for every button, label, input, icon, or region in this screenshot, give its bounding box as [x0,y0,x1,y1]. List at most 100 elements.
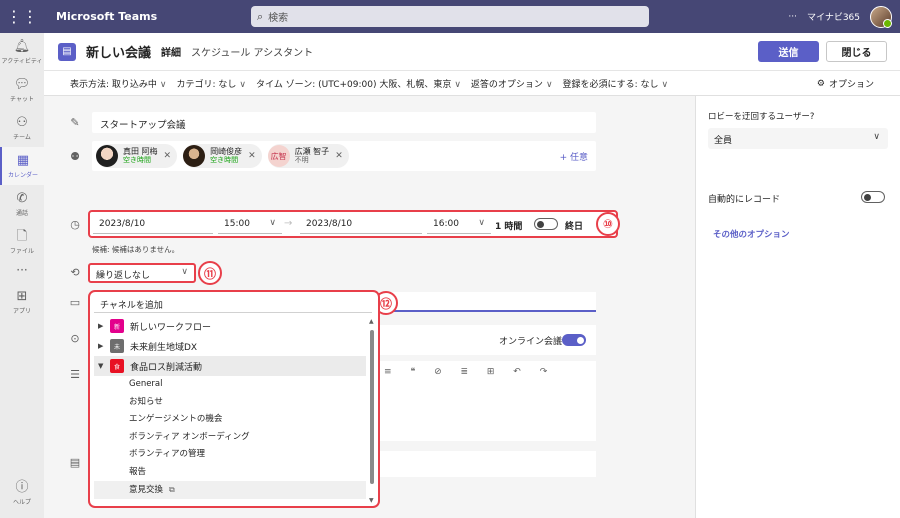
user-avatar[interactable] [870,5,892,28]
rail-more-icon[interactable]: ··· [0,261,44,283]
add-people-icon: ⚉ [70,150,80,163]
channel-item[interactable]: 報告 [94,464,366,482]
online-meeting-toggle[interactable] [562,334,586,346]
notes-field[interactable] [374,451,596,477]
channel-item[interactable]: お知らせ [94,394,366,412]
details-icon: ☰ [70,368,80,381]
rail-item-help[interactable]: ⓘ ヘルプ [0,474,44,512]
repeat-dropdown[interactable]: 繰り返しなし ∨ [88,263,196,283]
org-name[interactable]: マイナビ365 [807,10,860,23]
more-options-icon[interactable]: ··· [788,12,797,22]
rail-label: 通話 [15,209,28,217]
show-as-dropdown[interactable]: 表示方法: 取り込み中 ∨ [70,77,167,90]
remove-icon[interactable]: ✕ [248,151,256,161]
attendee-avatar [183,145,206,167]
channel-item[interactable]: ボランティアの管理 [94,446,366,464]
search-placeholder: 検索 [268,13,289,24]
team-icon: 食 [110,359,124,373]
search-box[interactable]: ⌕ 検索 [251,6,649,27]
add-optional-link[interactable]: + 任意 [560,150,588,163]
pencil-icon: ✎ [70,116,80,129]
app-rail: 🔔︎ アクティビティ 💬︎ チャット ⚇ チーム ▦ カレンダー ✆ 通話 🗋︎… [0,33,44,518]
team-item-workflow[interactable]: ▶ 新 新しいワークフロー [94,316,366,336]
timezone-dropdown[interactable]: タイム ゾーン: (UTC+09:00) 大阪、札幌、東京 ∨ [256,77,461,90]
close-button[interactable]: 閉じる [826,41,887,62]
rail-label: ヘルプ [12,498,31,506]
apps-icon: ⊞ [16,288,28,304]
scroll-down-icon[interactable]: ▼ [369,497,374,504]
scroll-thumb[interactable] [370,330,374,484]
meeting-header: ▤ 新しい会議 詳細 スケジュール アシスタント 送信 閉じる [44,33,900,70]
option-label: オプション [828,80,874,90]
start-date-picker[interactable]: 2023/8/10 [93,215,213,234]
clock-icon: ◷ [70,218,80,231]
options-bar: 表示方法: 取り込み中 ∨ カテゴリ: なし ∨ タイム ゾーン: (UTC+09:… [44,70,900,96]
tab-details[interactable]: 詳細 [161,44,181,59]
expand-icon[interactable]: ▶ [98,322,106,330]
rail-item-calls[interactable]: ✆ 通話 [0,185,44,223]
team-item-dx[interactable]: ▶ 未 未来創生地域DX [94,336,366,356]
gear-icon: ⚙ [816,78,825,89]
category-dropdown[interactable]: カテゴリ: なし ∨ [177,77,247,90]
channel-icon: ▭ [69,296,81,309]
chevron-down-icon: ∨ [454,79,461,90]
rail-item-teams[interactable]: ⚇ チーム [0,109,44,147]
annotation-badge-11: ⑪ [198,261,222,285]
arrow-right-icon: → [284,218,293,229]
auto-record-toggle[interactable] [861,191,885,203]
title-field[interactable]: スタートアップ会議 [92,112,596,133]
channel-name: 意見交換 [129,485,164,495]
channel-item[interactable]: エンゲージメントの機会 [94,411,366,429]
meeting-options-button[interactable]: ⚙ オプション [816,77,874,91]
channel-item-private[interactable]: 意見交換 ⧉ [94,481,366,499]
channel-item[interactable]: General [94,376,366,394]
end-time-picker[interactable]: 16:00 ∨ [427,215,491,234]
lobby-bypass-label: ロビーを迂回するユーザー? [708,112,815,122]
all-day-toggle[interactable] [534,218,558,230]
details-editor[interactable]: ≡ ❝ ⊘ ≣ ⊞ ↶ ↷ [374,361,596,441]
attendee-chip[interactable]: 岡崎俊彦 空き時間 ✕ [183,144,262,168]
rail-item-files[interactable]: 🗋︎ ファイル [0,223,44,261]
remove-icon[interactable]: ✕ [335,151,343,161]
expand-icon[interactable]: ▶ [98,342,106,350]
lobby-bypass-dropdown[interactable]: 全員 ∨ [708,128,888,149]
remove-icon[interactable]: ✕ [164,151,172,161]
rail-label: ファイル [9,247,34,255]
tab-scheduling-assistant[interactable]: スケジュール アシスタント [191,44,313,59]
meeting-options-panel: ロビーを迂回するユーザー? 全員 ∨ 自動的にレコード その他のオプション [695,96,900,518]
toggle-knob [537,221,544,228]
rail-item-calendar[interactable]: ▦ カレンダー [0,147,44,185]
registration-dropdown[interactable]: 登録を必須にする: なし ∨ [563,77,669,90]
rail-item-activity[interactable]: 🔔︎ アクティビティ [0,33,44,71]
option-label: 登録を必須にする: なし [562,79,659,90]
shared-channel-icon: ⧉ [169,485,175,494]
rail-item-chat[interactable]: 💬︎ チャット [0,71,44,109]
chevron-down-icon: ∨ [661,79,669,90]
attendees-field[interactable]: 真田 阿梅 空き時間 ✕ 岡崎俊彦 空き時間 ✕ 広智 広瀬 智子 不明 ✕ + 任意 [92,141,596,171]
attendee-status: 空き時間 [210,156,239,164]
channel-item[interactable]: ボランティア オンボーディング [94,429,366,447]
team-icon: 未 [110,339,124,353]
option-label: カテゴリ: なし [176,79,237,90]
collapse-icon[interactable]: ▼ [98,362,106,370]
channel-input[interactable]: チャネルを追加 [94,295,372,313]
end-date-picker[interactable]: 2023/8/10 [300,215,422,234]
rail-label: アプリ [12,307,31,315]
response-options-dropdown[interactable]: 返答のオプション ∨ [471,77,553,90]
scroll-up-icon[interactable]: ▲ [369,318,374,325]
start-time-picker[interactable]: 15:00 ∨ [218,215,282,234]
meeting-calendar-icon: ▤ [58,42,76,61]
send-button[interactable]: 送信 [758,41,819,62]
rail-item-apps[interactable]: ⊞ アプリ [0,283,44,321]
team-name: 新しいワークフロー [130,322,212,333]
option-label: タイム ゾーン: (UTC+09:00) 大阪、札幌、東京 [256,79,452,90]
team-item-food-loss[interactable]: ▼ 食 食品ロス削減活動 [94,356,366,376]
attendee-chip[interactable]: 広智 広瀬 智子 不明 ✕ [267,144,349,168]
dropdown-scrollbar[interactable]: ▲ ▼ [369,316,375,504]
app-launcher-icon[interactable]: ⋮⋮ [0,0,44,33]
attendee-chip[interactable]: 真田 阿梅 空き時間 ✕ [96,144,178,168]
rail-label: チャット [10,95,34,103]
chevron-down-icon: ∨ [269,218,276,228]
more-options-link[interactable]: その他のオプション [713,228,790,240]
attendee-name: 岡崎俊彦 [210,147,243,156]
